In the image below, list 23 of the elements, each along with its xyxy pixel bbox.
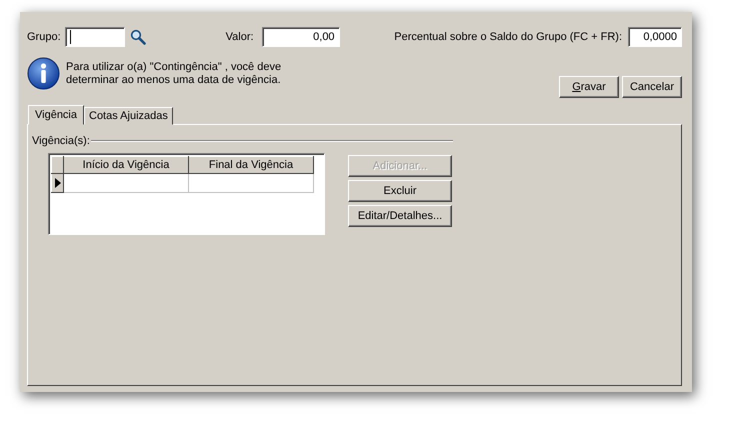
table-cell[interactable] (188, 174, 314, 192)
search-icon[interactable] (130, 29, 146, 45)
row-indicator-header (52, 156, 64, 174)
info-icon (27, 57, 60, 90)
delete-button[interactable]: Excluir (348, 180, 452, 202)
table-cell[interactable] (64, 174, 188, 192)
info-message: Para utilizar o(a) "Contingência" , você deve determinar ao menos uma data de vigência. (66, 61, 282, 87)
tab[interactable]: Vigência (28, 105, 84, 125)
cancel-button[interactable]: Cancelar (622, 76, 682, 98)
column-header[interactable]: Final da Vigência (188, 156, 314, 174)
tab[interactable]: Cotas Ajuizadas (84, 107, 173, 125)
grupo-field[interactable] (64, 27, 125, 47)
edit-button[interactable]: Editar/Detalhes... (348, 205, 452, 227)
valor-field[interactable]: 0,00 (262, 27, 340, 47)
group-title: Vigência(s): (32, 135, 90, 147)
save-button[interactable]: Gravar (559, 76, 619, 98)
row-indicator[interactable] (52, 174, 64, 192)
percentual-label: Percentual sobre o Saldo do Grupo (FC + FR): (394, 31, 622, 43)
grupo-label: Grupo: (27, 31, 61, 43)
valor-label: Valor: (226, 31, 254, 43)
column-header[interactable]: Início da Vigência (64, 156, 188, 174)
percentual-field[interactable]: 0,0000 (628, 27, 682, 47)
current-row-icon (54, 178, 60, 188)
